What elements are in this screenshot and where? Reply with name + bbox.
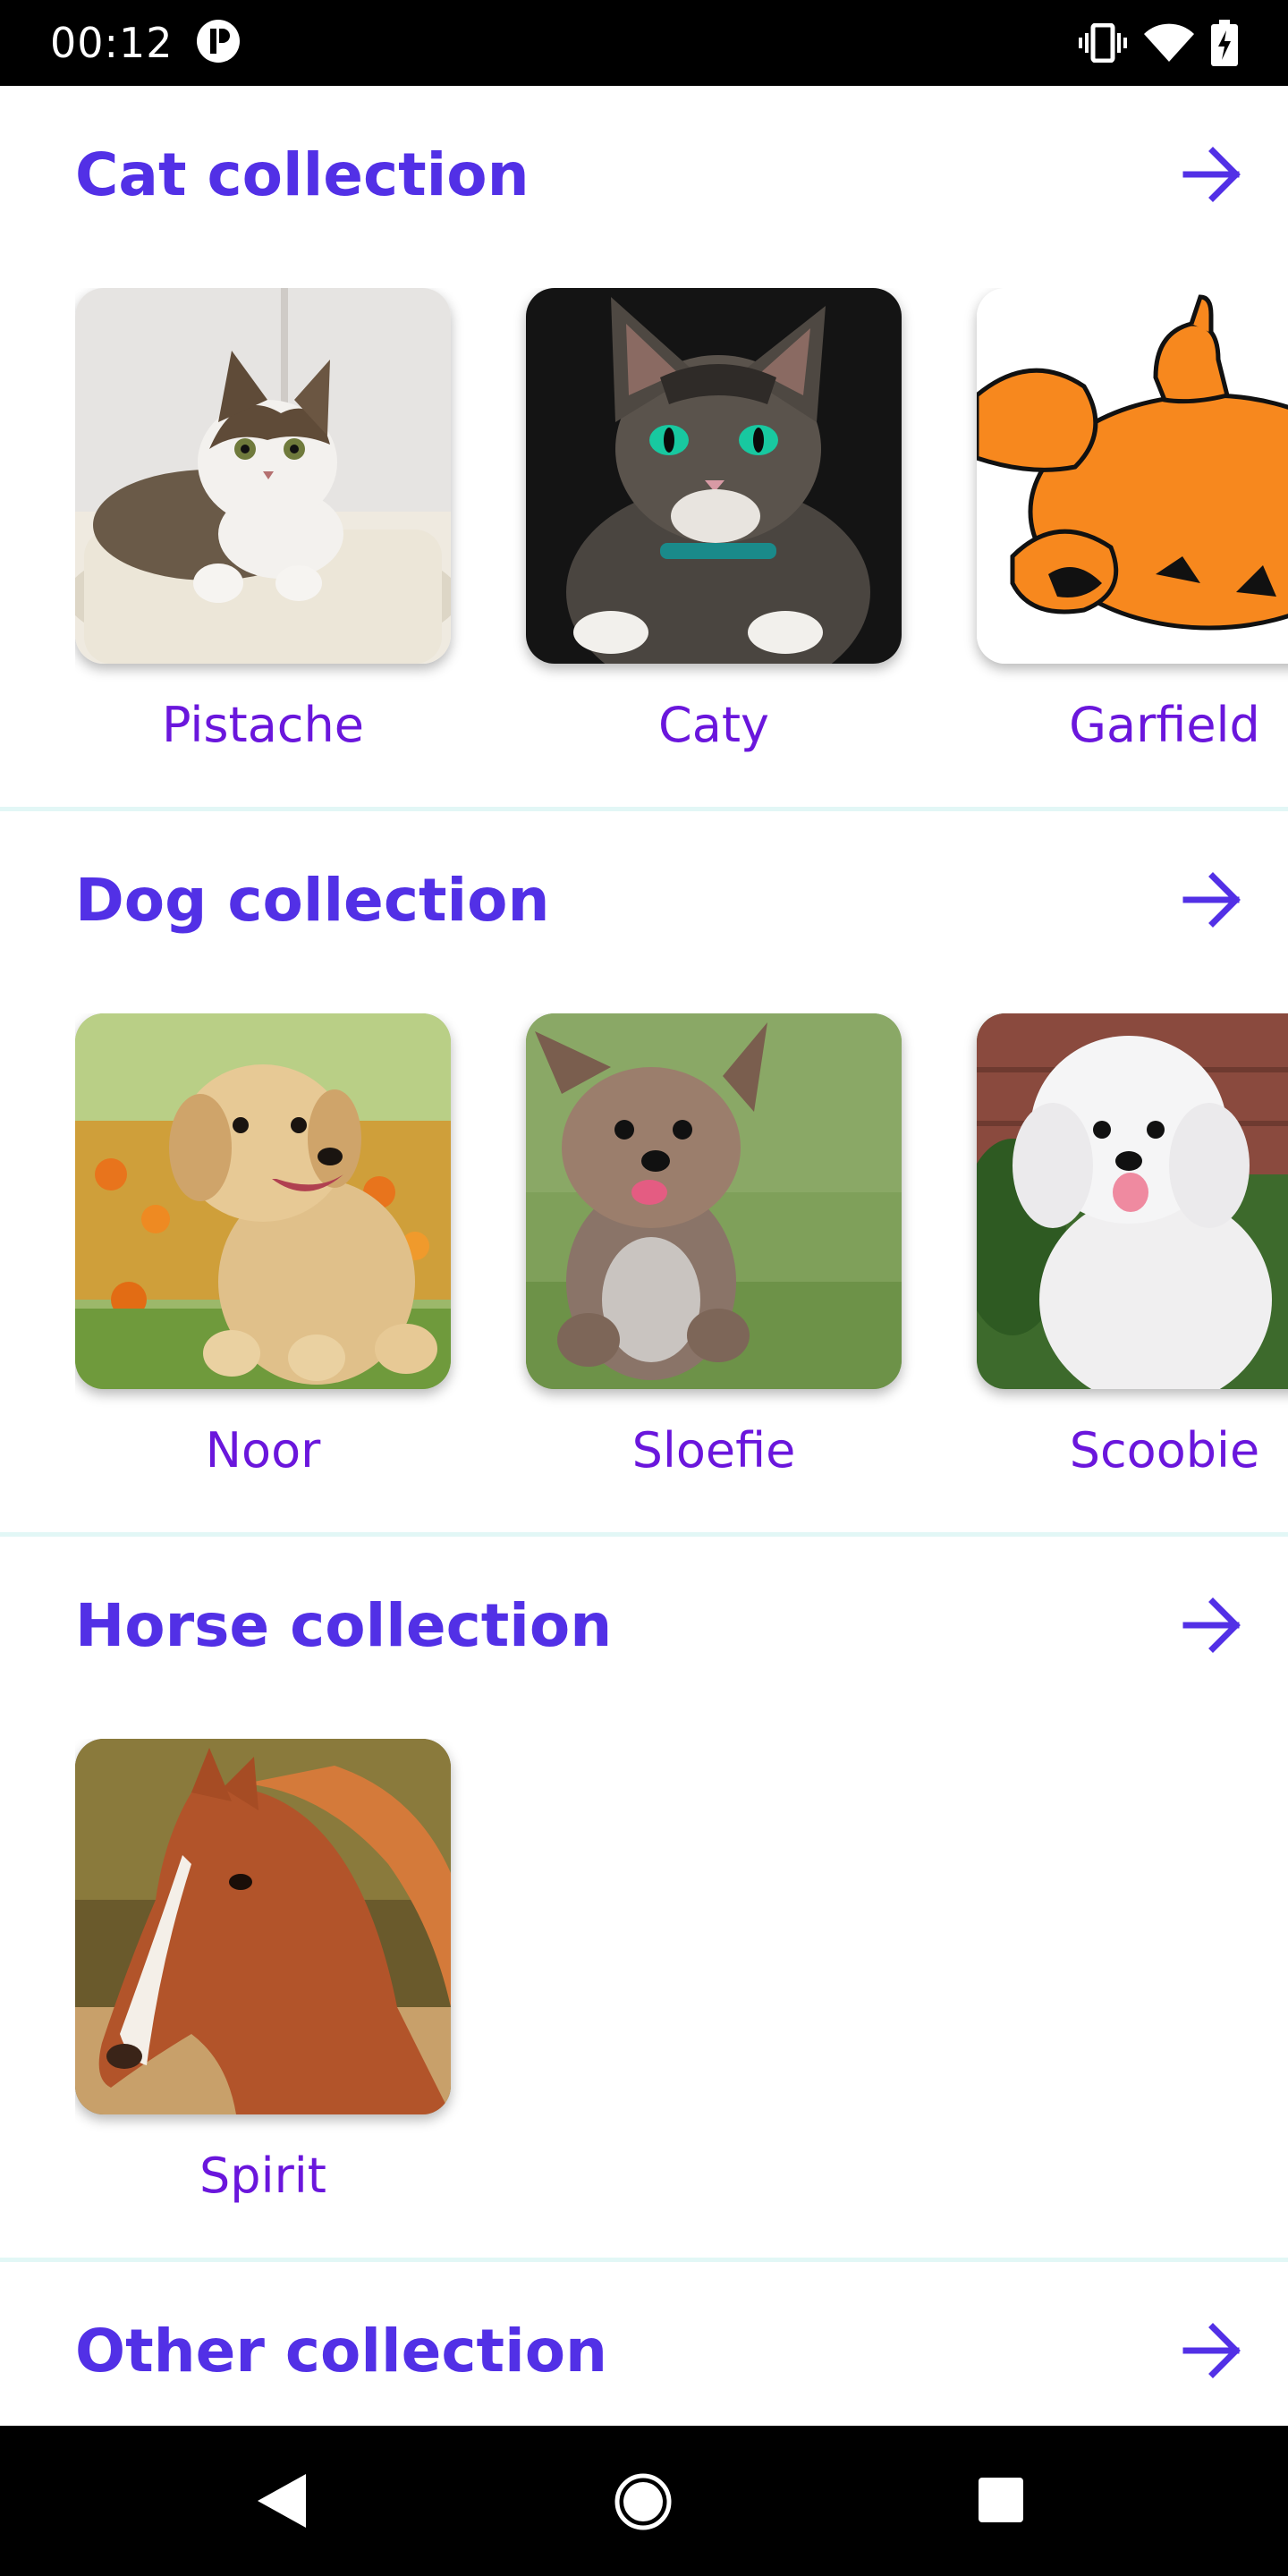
back-icon[interactable] <box>254 2472 308 2534</box>
cat-collection-section: Cat collection Pistache Caty Garfield <box>0 86 1288 807</box>
collections-list[interactable]: Cat collection Pistache Caty Garfield Do… <box>0 86 1288 2426</box>
wifi-icon <box>1143 23 1195 67</box>
animal-name: Noor <box>205 1422 321 1479</box>
other-collection-section: Other collection <box>0 2262 1288 2426</box>
animal-name: Sloefie <box>631 1422 796 1479</box>
golden-retriever-puppy-photo <box>75 1013 451 1389</box>
garfield-cartoon-image <box>977 288 1288 664</box>
recents-icon[interactable] <box>977 2476 1025 2529</box>
white-poodle-photo <box>977 1013 1288 1389</box>
status-time: 00:12 <box>50 19 174 67</box>
dog-items-row[interactable]: Noor Sloefie Scoobie <box>75 1013 1288 1496</box>
horse-collection-section: Horse collection Spirit <box>0 1537 1288 2258</box>
vibrate-icon <box>1079 22 1127 67</box>
cat-items-row[interactable]: Pistache Caty Garfield <box>75 288 1288 771</box>
navigation-bar <box>0 2426 1288 2576</box>
chestnut-horse-photo <box>75 1739 451 2114</box>
animal-name: Spirit <box>199 2148 326 2204</box>
animal-name: Pistache <box>162 697 364 753</box>
arrow-right-icon[interactable] <box>1179 141 1245 208</box>
home-icon[interactable] <box>614 2472 673 2536</box>
section-title: Dog collection <box>75 866 550 935</box>
notification-app-icon <box>195 18 242 69</box>
section-title: Horse collection <box>75 1591 613 1660</box>
horse-items-row[interactable]: Spirit <box>75 1739 1288 2222</box>
arrow-right-icon[interactable] <box>1179 2318 1245 2384</box>
animal-name: Caty <box>658 697 769 753</box>
arrow-right-icon[interactable] <box>1179 867 1245 933</box>
tabby-cat-green-eyes-photo <box>526 288 902 664</box>
tabby-white-cat-photo <box>75 288 451 664</box>
battery-icon <box>1211 20 1238 71</box>
arrow-right-icon[interactable] <box>1179 1592 1245 1658</box>
status-bar: 00:12 <box>0 0 1288 86</box>
section-title: Other collection <box>75 2317 608 2385</box>
section-title: Cat collection <box>75 140 530 209</box>
yorkie-running-photo <box>526 1013 902 1389</box>
dog-collection-section: Dog collection Noor Sloefie Scoobie <box>0 811 1288 1532</box>
animal-name: Garfield <box>1069 697 1260 753</box>
animal-name: Scoobie <box>1069 1422 1260 1479</box>
